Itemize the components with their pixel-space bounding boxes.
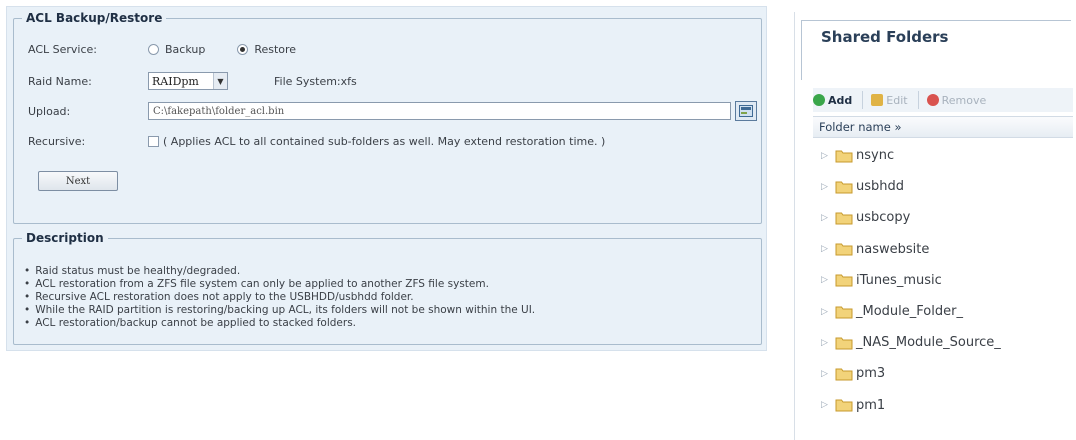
acl-service-row: ACL Service: Backup Restore [14,39,754,59]
file-system-info: File System:xfs [274,74,357,88]
raid-name-label: Raid Name: [28,74,92,88]
restore-radio[interactable] [237,43,249,55]
upload-row: Upload: C:\fakepath\folder_acl.bin [14,101,757,121]
acl-panel: ACL Backup/Restore ACL Service: Backup R… [6,6,767,351]
folder-icon [835,367,853,381]
folder-tree-item[interactable]: ▷ usbhdd [813,171,1073,202]
upload-path-input[interactable]: C:\fakepath\folder_acl.bin [148,102,731,120]
description-item: ACL restoration from a ZFS file system c… [24,278,535,291]
remove-folder-button[interactable]: Remove [926,93,987,107]
backup-radio[interactable] [148,43,159,55]
folder-tree-item[interactable]: ▷ _Module_Folder_ [813,296,1073,327]
folder-name: _NAS_Module_Source_ [856,335,1001,351]
raid-name-value: RAIDpm [152,74,199,88]
expand-arrow-icon[interactable]: ▷ [821,307,831,317]
expand-arrow-icon[interactable]: ▷ [821,182,831,192]
browse-icon [739,105,753,117]
acl-service-label: ACL Service: [28,42,97,56]
description-item: While the RAID partition is restoring/ba… [24,304,535,317]
folder-tree-item[interactable]: ▷ _NAS_Module_Source_ [813,327,1073,358]
expand-arrow-icon[interactable]: ▷ [821,275,831,285]
shared-folders-toolbar: Add Edit Remove [813,88,1073,112]
expand-arrow-icon[interactable]: ▷ [821,400,831,410]
add-folder-button[interactable]: Add [813,94,852,107]
acl-backup-restore-section: ACL Backup/Restore ACL Service: Backup R… [13,11,762,224]
folder-icon [835,273,853,287]
folder-icon [835,336,853,350]
acl-section-title: ACL Backup/Restore [26,11,163,25]
restore-radio-label: Restore [254,42,297,56]
folder-icon [835,242,853,256]
expand-arrow-icon[interactable]: ▷ [821,369,831,379]
folder-name: usbcopy [856,210,911,226]
chevron-down-icon[interactable]: ▼ [213,73,227,89]
folder-icon [835,180,853,194]
remove-label: Remove [941,93,987,107]
description-item: Raid status must be healthy/degraded. [24,265,535,278]
expand-arrow-icon[interactable]: ▷ [821,213,831,223]
upload-label: Upload: [28,104,71,118]
browse-button[interactable] [735,101,757,121]
recursive-label: Recursive: [28,134,86,148]
shared-folders-panel: Shared Folders Add Edit Remove Folder na… [794,12,1073,440]
folder-icon [835,211,853,225]
expand-arrow-icon[interactable]: ▷ [821,151,831,161]
folder-name: usbhdd [856,179,905,195]
description-title: Description [26,231,104,245]
folder-tree-item[interactable]: ▷ iTunes_music [813,265,1073,296]
folder-icon [835,398,853,412]
recursive-checkbox[interactable] [148,135,159,147]
folder-name: nsync [856,148,895,164]
add-label: Add [828,93,853,107]
folder-name: iTunes_music [856,272,942,288]
folder-name: _Module_Folder_ [856,304,963,320]
folder-name: pm3 [856,366,886,382]
recursive-description: ( Applies ACL to all contained sub-folde… [163,134,606,148]
edit-label: Edit [886,93,908,107]
folder-tree-item[interactable]: ▷ pm1 [813,390,1073,421]
folder-icon [835,305,853,319]
raid-name-select[interactable]: RAIDpm ▼ [148,72,228,90]
folder-tree-item[interactable]: ▷ usbcopy [813,202,1073,233]
add-icon [813,94,825,106]
description-list: Raid status must be healthy/degraded. AC… [24,265,535,330]
toolbar-divider [862,91,864,109]
folder-tree-item[interactable]: ▷ nsync [813,140,1073,171]
folder-name: naswebsite [856,241,930,257]
recursive-row: Recursive: ( Applies ACL to all containe… [14,131,754,151]
backup-radio-label: Backup [165,42,206,56]
edit-icon [871,94,884,106]
folder-tree-item[interactable]: ▷ pm3 [813,358,1073,389]
raid-name-row: Raid Name: RAIDpm ▼ File System:xfs [14,71,754,91]
restore-radio-option[interactable]: Restore [237,43,296,56]
folder-tree-item[interactable]: ▷ naswebsite [813,234,1073,265]
folder-name-column-header[interactable]: Folder name » [813,116,1073,138]
next-button[interactable]: Next [38,171,118,191]
expand-arrow-icon[interactable]: ▷ [821,338,831,348]
folder-tree: ▷ nsync ▷ usbhdd ▷ usbcopy ▷ naswebsite ▷ iTunes_… [813,140,1073,421]
shared-folders-title: Shared Folders [817,28,953,46]
description-item: Recursive ACL restoration does not apply… [24,291,535,304]
folder-name: pm1 [856,397,886,413]
remove-icon [926,94,939,106]
folder-icon [835,149,853,163]
backup-radio-option[interactable]: Backup [148,43,205,56]
toolbar-divider [917,91,919,109]
edit-folder-button[interactable]: Edit [871,93,908,107]
description-section: Description Raid status must be healthy/… [13,231,762,345]
expand-arrow-icon[interactable]: ▷ [821,244,831,254]
description-item: ACL restoration/backup cannot be applied… [24,317,535,330]
